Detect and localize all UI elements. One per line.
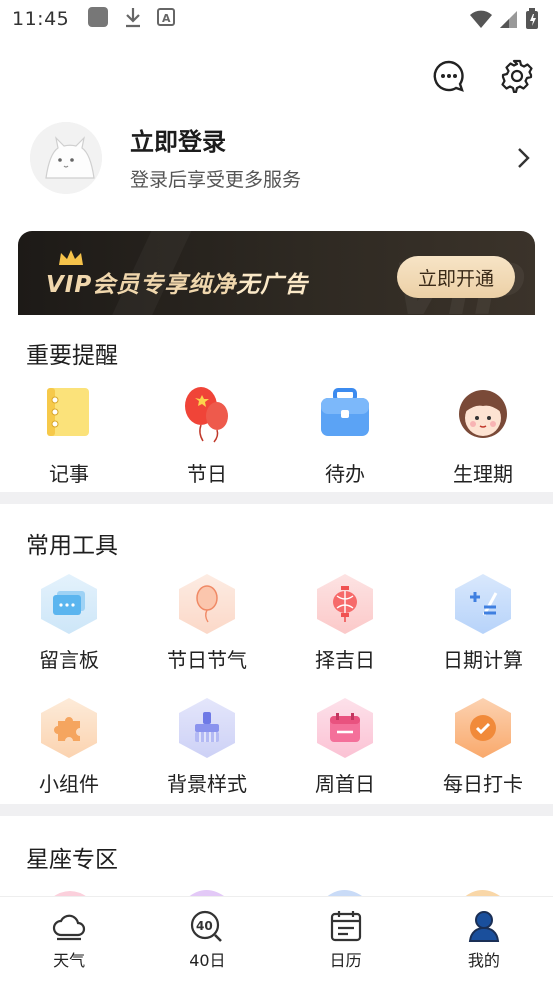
- nav-label: 天气: [53, 951, 86, 970]
- tool-label: 周首日: [315, 772, 375, 796]
- vip-banner[interactable]: VIP VIP会员专享纯净无广告 立即开通: [18, 231, 535, 315]
- tools-row-1: 留言板 节日节气 择吉日 日期计算: [0, 574, 553, 684]
- tool-label: 每日打卡: [443, 772, 523, 796]
- tool-message-board[interactable]: 留言板: [0, 574, 138, 673]
- checkin-icon: [455, 698, 511, 758]
- tool-label: 小组件: [39, 772, 99, 796]
- wifi-icon: [469, 9, 493, 33]
- nav-label: 日历: [329, 951, 362, 970]
- battery-icon: [525, 8, 539, 34]
- tools-row-2: 小组件 背景样式 周首日 每日打卡: [0, 698, 553, 808]
- notebook-icon: [47, 388, 89, 436]
- nav-label: 我的: [467, 951, 500, 970]
- section-divider: [0, 804, 553, 816]
- tool-label: 留言板: [39, 648, 99, 672]
- bottom-nav: 天气 40 40日 日历 我的: [0, 896, 553, 984]
- nav-40-days[interactable]: 40 40日: [138, 897, 276, 984]
- header-actions: [431, 58, 535, 94]
- reminder-label: 生理期: [453, 462, 513, 486]
- vip-activate-button[interactable]: 立即开通: [397, 256, 515, 298]
- section-title-zodiac: 星座专区: [26, 847, 118, 873]
- login-profile-row[interactable]: 立即登录 登录后享受更多服务: [30, 118, 535, 198]
- svg-text:A: A: [162, 12, 171, 25]
- section-divider: [0, 492, 553, 504]
- font-a-icon: A: [157, 8, 176, 30]
- brush-icon: [179, 698, 235, 758]
- app-notification-icon: [87, 6, 109, 32]
- reminder-label: 记事: [49, 462, 89, 486]
- tool-week-start[interactable]: 周首日: [276, 698, 414, 797]
- reminder-period[interactable]: 生理期: [414, 384, 552, 487]
- tool-widget[interactable]: 小组件: [0, 698, 138, 797]
- forty-day-search-icon: 40: [191, 910, 223, 942]
- tool-label: 节日节气: [167, 648, 247, 672]
- user-icon: [468, 911, 499, 942]
- tool-background-style[interactable]: 背景样式: [138, 698, 276, 797]
- chevron-right-icon: [518, 148, 530, 168]
- settings-button[interactable]: [499, 58, 535, 94]
- message-button[interactable]: [431, 58, 467, 94]
- tool-daily-checkin[interactable]: 每日打卡: [414, 698, 552, 797]
- nav-label: 40日: [189, 951, 226, 970]
- gear-icon: [501, 59, 533, 93]
- calendar-icon: [330, 911, 361, 942]
- section-title-reminders: 重要提醒: [26, 343, 118, 369]
- tool-date-calc[interactable]: 日期计算: [414, 574, 552, 673]
- vip-promo-text: VIP会员专享纯净无广告: [46, 272, 309, 298]
- download-icon: [123, 6, 143, 32]
- reminder-label: 待办: [325, 462, 365, 486]
- balloon-icon: [185, 387, 228, 443]
- nav-calendar[interactable]: 日历: [277, 897, 415, 984]
- weather-cloud-icon: [53, 914, 86, 941]
- girl-face-icon: [459, 390, 507, 438]
- message-board-icon: [41, 574, 97, 634]
- login-subtitle: 登录后享受更多服务: [130, 168, 302, 191]
- lantern-icon: [317, 574, 373, 634]
- reminder-notes[interactable]: 记事: [0, 384, 138, 487]
- login-title[interactable]: 立即登录: [130, 125, 511, 159]
- tool-label: 背景样式: [167, 772, 247, 796]
- nav-mine[interactable]: 我的: [415, 897, 553, 984]
- reminder-todo[interactable]: 待办: [276, 384, 414, 487]
- balloon-icon: [179, 574, 235, 634]
- tool-festival-solar-terms[interactable]: 节日节气: [138, 574, 276, 673]
- section-title-tools: 常用工具: [26, 533, 118, 559]
- tool-auspicious-day[interactable]: 择吉日: [276, 574, 414, 673]
- calendar-icon: [317, 698, 373, 758]
- puzzle-icon: [41, 698, 97, 758]
- briefcase-icon: [321, 388, 369, 436]
- nav-weather[interactable]: 天气: [0, 897, 138, 984]
- signal-icon: [499, 9, 519, 33]
- tool-label: 择吉日: [315, 648, 375, 672]
- reminder-label: 节日: [187, 462, 227, 486]
- reminder-festival[interactable]: 节日: [138, 384, 276, 487]
- calculator-icon: [455, 574, 511, 634]
- chat-bubble-icon: [433, 60, 464, 92]
- tool-label: 日期计算: [443, 648, 523, 672]
- avatar[interactable]: [30, 122, 102, 194]
- status-time: 11:45: [12, 8, 70, 30]
- reminders-row: 记事 节日 待办 生理期: [0, 384, 553, 494]
- svg-text:40: 40: [196, 919, 213, 933]
- status-bar: 11:45 A: [0, 0, 553, 38]
